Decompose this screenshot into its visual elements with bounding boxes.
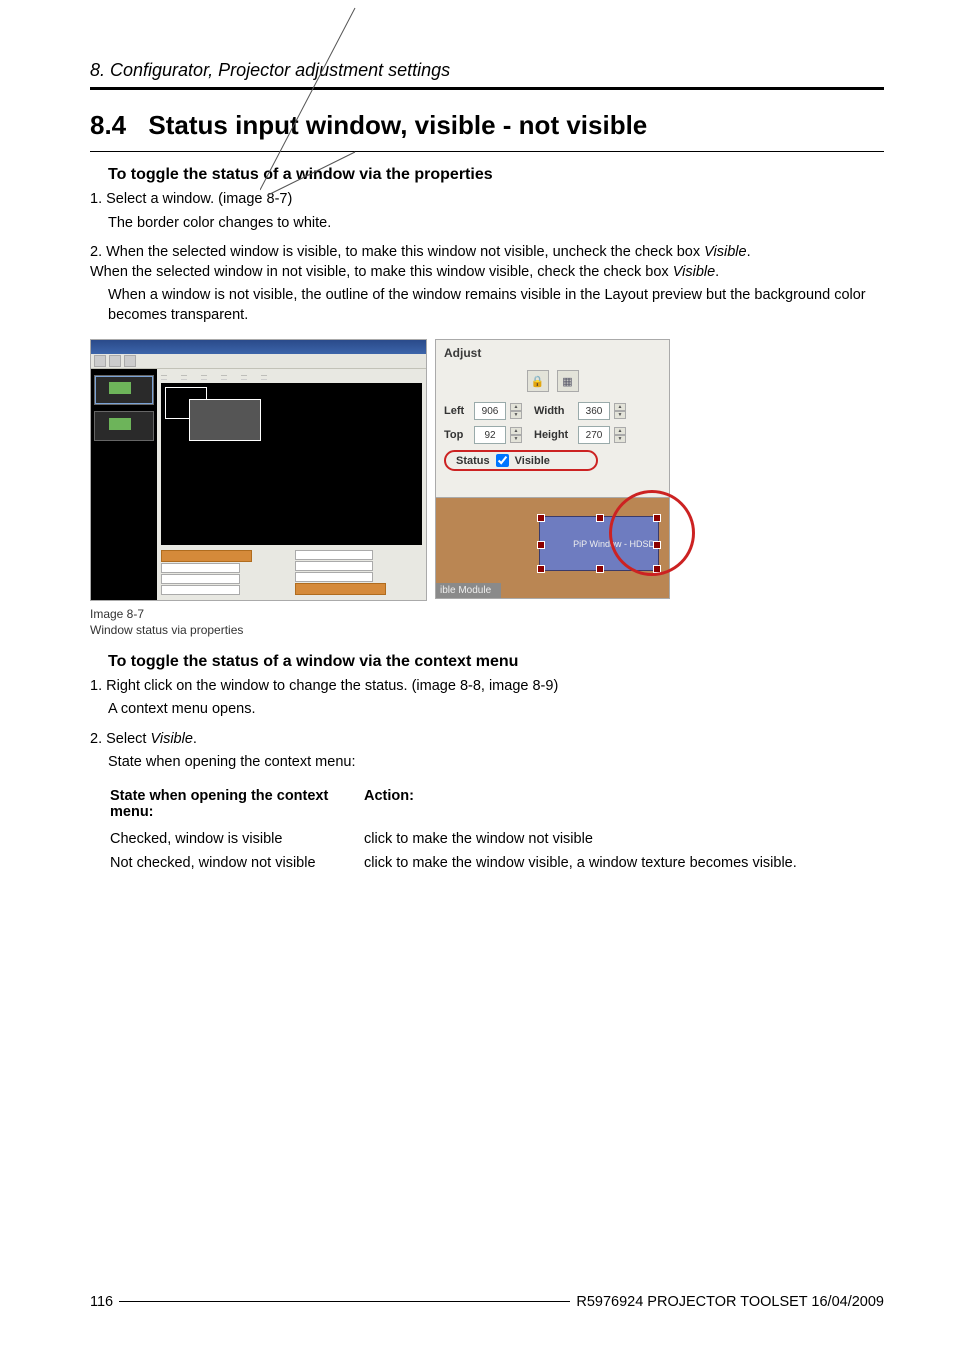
top-label: Top (444, 429, 470, 441)
ctx-step-2-text: 2. Select (90, 731, 150, 747)
status-row-circled: Status Visible (444, 450, 598, 471)
footer-doc-id: R5976924 PROJECTOR TOOLSET 16/04/2009 (576, 1294, 884, 1310)
height-label: Height (534, 429, 574, 441)
table-row: Checked, window is visible click to make… (110, 828, 809, 850)
running-header: 8. Configurator, Projector adjustment se… (90, 60, 884, 81)
step-2-line1: 2. When the selected window is visible, … (90, 244, 704, 260)
cell-action-1: click to make the window not visible (364, 828, 809, 850)
ctx-step-1-body: A context menu opens. (108, 700, 884, 720)
module-label: ible Module (436, 583, 501, 598)
footer-rule (119, 1301, 570, 1302)
figure-caption-num: Image 8-7 (90, 607, 884, 623)
app-titlebar (91, 340, 426, 354)
cell-action-2: click to make the window visible, a wind… (364, 852, 809, 874)
table-row: Not checked, window not visible click to… (110, 852, 809, 874)
status-label: Status (456, 455, 490, 467)
toolbar-btn (109, 355, 121, 367)
page-number: 116 (90, 1294, 113, 1310)
figure-caption-text: Window status via properties (90, 623, 884, 639)
ctx-lead: State when opening the context menu: (108, 753, 884, 773)
figure-caption: Image 8-7 Window status via properties (90, 607, 884, 638)
step-2: 2. When the selected window is visible, … (90, 243, 884, 282)
left-spinner[interactable]: ▲▼ (510, 403, 522, 419)
top-value[interactable]: 92 (474, 426, 506, 444)
app-window-screenshot: —————— (90, 339, 427, 601)
width-value[interactable]: 360 (578, 402, 610, 420)
figure-8-7: —————— (90, 339, 884, 601)
lock-icon[interactable]: 🔒 (527, 370, 549, 392)
cell-state-1: Checked, window is visible (110, 828, 362, 850)
section-number: 8.4 (90, 110, 126, 147)
thumbnail (94, 411, 154, 441)
snap-icon[interactable]: ▦ (557, 370, 579, 392)
thumbnail (94, 375, 154, 405)
top-spinner[interactable]: ▲▼ (510, 427, 522, 443)
app-tabs: —————— (161, 373, 422, 380)
state-action-table: State when opening the context menu: Act… (108, 783, 811, 876)
layout-preview (161, 383, 422, 545)
left-label: Left (444, 405, 470, 417)
controls-left (161, 549, 289, 596)
page-footer: 116 R5976924 PROJECTOR TOOLSET 16/04/200… (90, 1294, 884, 1310)
adjust-panel: Adjust 🔒 ▦ Left 906 ▲▼ Width 360 ▲▼ Top … (435, 339, 670, 599)
width-label: Width (534, 405, 574, 417)
app-sidebar (91, 369, 157, 600)
visible-italic-3: Visible (150, 731, 192, 747)
visible-italic-1: Visible (704, 244, 746, 260)
section-title: Status input window, visible - not visib… (148, 110, 647, 140)
hdr-action: Action: (364, 785, 809, 826)
ctx-step-1: 1. Right click on the window to change t… (90, 677, 884, 697)
width-spinner[interactable]: ▲▼ (614, 403, 626, 419)
adjust-title: Adjust (444, 346, 661, 360)
height-value[interactable]: 270 (578, 426, 610, 444)
step-2-body: When a window is not visible, the outlin… (108, 286, 884, 325)
app-toolbar (91, 354, 426, 369)
visible-italic-2: Visible (673, 264, 715, 280)
left-value[interactable]: 906 (474, 402, 506, 420)
controls-right (295, 549, 423, 596)
visible-label: Visible (515, 455, 550, 467)
cell-state-2: Not checked, window not visible (110, 852, 362, 874)
section-heading: 8.4 Status input window, visible - not v… (90, 110, 884, 152)
step-1-body: The border color changes to white. (108, 214, 884, 234)
toolbar-btn (124, 355, 136, 367)
ctx-step-2: 2. Select Visible. (90, 730, 884, 750)
visible-checkbox[interactable] (496, 454, 509, 467)
subhead-context-menu: To toggle the status of a window via the… (108, 653, 884, 671)
toolbar-btn (94, 355, 106, 367)
step-2-line2: When the selected window in not visible,… (90, 264, 673, 280)
subhead-properties: To toggle the status of a window via the… (108, 166, 884, 184)
callout-ring (609, 490, 695, 576)
step-1: 1. Select a window. (image 8-7) (90, 190, 884, 210)
height-spinner[interactable]: ▲▼ (614, 427, 626, 443)
hdr-state: State when opening the context menu: (110, 785, 362, 826)
header-rule (90, 87, 884, 90)
